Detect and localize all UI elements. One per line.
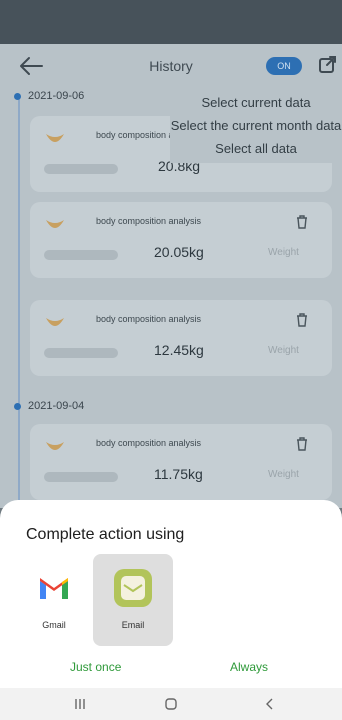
record-value: 12.45kg xyxy=(154,342,204,358)
history-screen: History ON 2021-09-06 body composition a… xyxy=(0,44,342,508)
chooser-title: Complete action using xyxy=(26,526,185,543)
trash-icon[interactable] xyxy=(296,313,308,327)
trash-icon[interactable] xyxy=(296,215,308,229)
system-navigation-bar xyxy=(0,688,342,720)
body-composition-icon xyxy=(46,220,64,228)
record-title: body composition analysis xyxy=(96,314,202,324)
email-icon xyxy=(114,569,152,607)
date-group-header: 2021-09-04 xyxy=(14,400,84,412)
share-options-menu: Select current data Select the current m… xyxy=(170,94,342,163)
record-title: body composition analysis xyxy=(96,216,202,226)
record-subtext xyxy=(44,472,118,482)
status-bar xyxy=(0,0,342,44)
body-composition-icon xyxy=(46,134,64,142)
menu-item-current-month[interactable]: Select the current month data xyxy=(170,117,342,134)
app-label: Email xyxy=(121,620,145,630)
record-card[interactable]: body composition analysis 20.05kg Weight xyxy=(30,202,332,278)
date-label: 2021-09-06 xyxy=(28,90,85,102)
app-label: Gmail xyxy=(42,620,66,630)
record-card[interactable]: body composition analysis 11.75kg Weight xyxy=(30,424,332,500)
record-title: body composition analysis xyxy=(96,438,202,448)
recent-apps-icon[interactable] xyxy=(72,696,88,712)
record-tag: Weight xyxy=(268,247,299,258)
app-option-email[interactable]: Email xyxy=(93,554,173,646)
record-subtext xyxy=(44,250,118,260)
body-composition-icon xyxy=(46,318,64,326)
timeline-dot xyxy=(14,92,21,100)
record-card[interactable]: body composition analysis 12.45kg Weight xyxy=(30,300,332,376)
record-value: 11.75kg xyxy=(154,466,203,482)
app-chooser-sheet: Complete action using Gmail Email Just o… xyxy=(0,500,342,720)
date-group-header: 2021-09-06 xyxy=(14,90,84,102)
menu-item-all-data[interactable]: Select all data xyxy=(170,140,342,157)
home-icon[interactable] xyxy=(163,696,179,712)
always-button[interactable]: Always xyxy=(230,660,268,674)
record-subtext xyxy=(44,164,118,174)
date-label: 2021-09-04 xyxy=(28,400,85,412)
gmail-icon xyxy=(40,578,68,599)
just-once-button[interactable]: Just once xyxy=(70,660,121,674)
record-subtext xyxy=(44,348,118,358)
share-icon[interactable] xyxy=(318,54,338,74)
record-tag: Weight xyxy=(268,345,299,356)
record-value: 20.05kg xyxy=(154,244,204,260)
timeline-line xyxy=(18,96,20,508)
menu-item-current-data[interactable]: Select current data xyxy=(170,94,342,111)
timeline-dot xyxy=(14,402,21,410)
back-nav-icon[interactable] xyxy=(262,696,278,712)
view-toggle[interactable]: ON xyxy=(266,57,302,75)
body-composition-icon xyxy=(46,442,64,450)
record-tag: Weight xyxy=(268,469,299,480)
app-option-gmail[interactable]: Gmail xyxy=(14,554,94,646)
app-header: History ON xyxy=(0,44,342,88)
trash-icon[interactable] xyxy=(296,437,308,451)
